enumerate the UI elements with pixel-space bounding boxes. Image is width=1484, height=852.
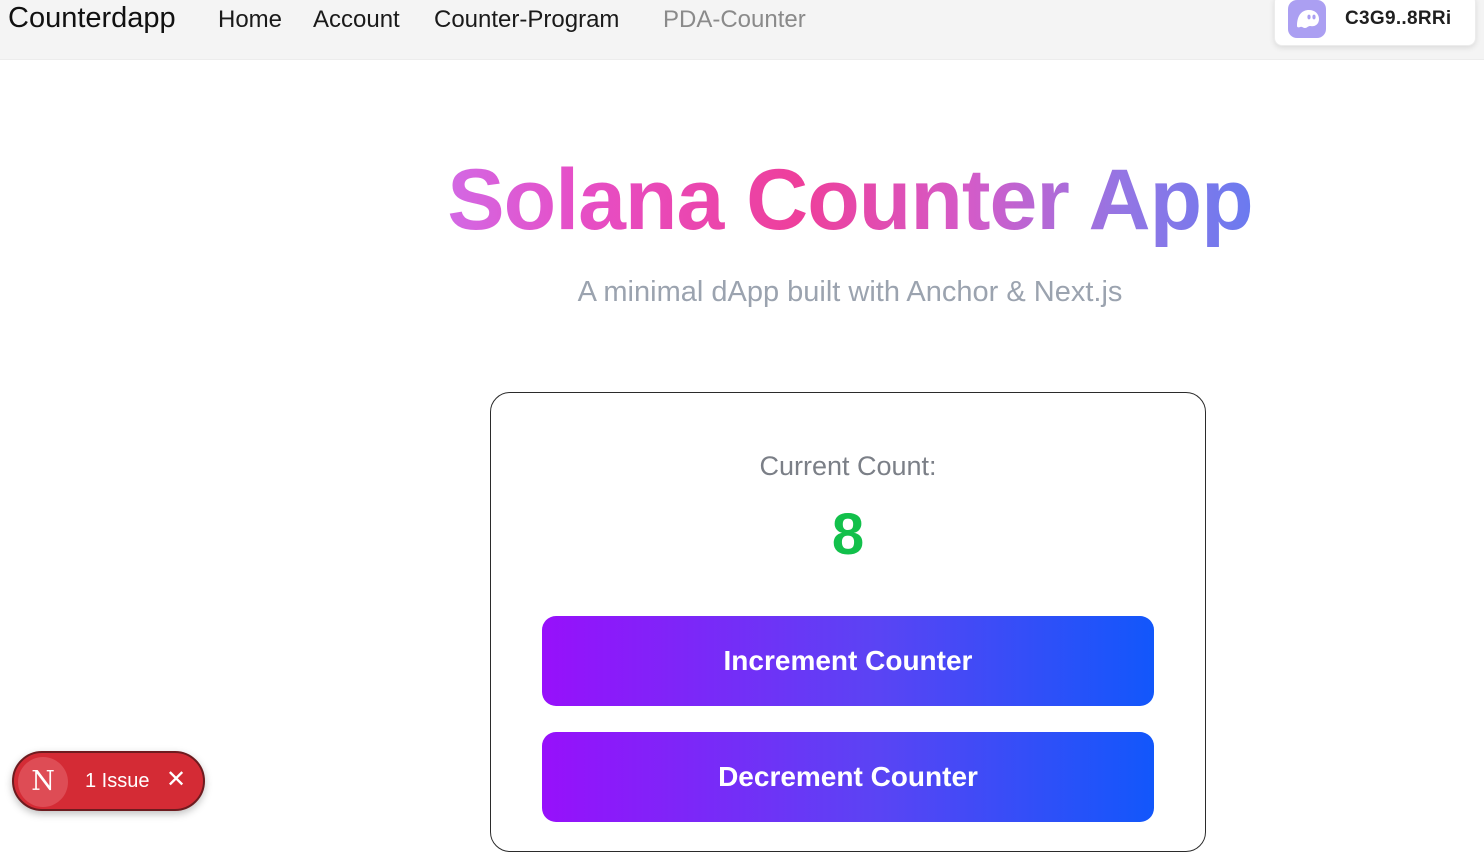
counter-card: Current Count: 8 Increment Counter Decre… xyxy=(490,392,1206,852)
nav-link-home[interactable]: Home xyxy=(218,6,282,34)
nextjs-logo-icon: N xyxy=(18,757,68,807)
current-count-label: Current Count: xyxy=(759,451,937,481)
page-title: Solana Counter App xyxy=(360,150,1340,250)
brand-link[interactable]: Counterdapp xyxy=(8,2,176,35)
increment-counter-button[interactable]: Increment Counter xyxy=(542,616,1154,706)
top-navbar: Counterdapp Home Account Counter-Program… xyxy=(0,0,1484,60)
nav-link-account[interactable]: Account xyxy=(313,6,400,34)
wallet-address: C3G9..8RRi xyxy=(1345,8,1452,29)
phantom-ghost-icon xyxy=(1288,0,1326,38)
close-icon[interactable]: ✕ xyxy=(166,765,186,795)
nav-link-pda-counter[interactable]: PDA-Counter xyxy=(663,6,806,34)
nav-link-counter-program[interactable]: Counter-Program xyxy=(434,6,619,34)
current-count-value: 8 xyxy=(831,502,865,567)
nextjs-issues-badge[interactable]: N 1 Issue ✕ xyxy=(12,751,205,811)
wallet-button[interactable]: C3G9..8RRi xyxy=(1274,0,1476,46)
page-subtitle: A minimal dApp built with Anchor & Next.… xyxy=(577,276,1123,308)
decrement-counter-button[interactable]: Decrement Counter xyxy=(542,732,1154,822)
issues-count-label[interactable]: 1 Issue xyxy=(85,770,149,793)
